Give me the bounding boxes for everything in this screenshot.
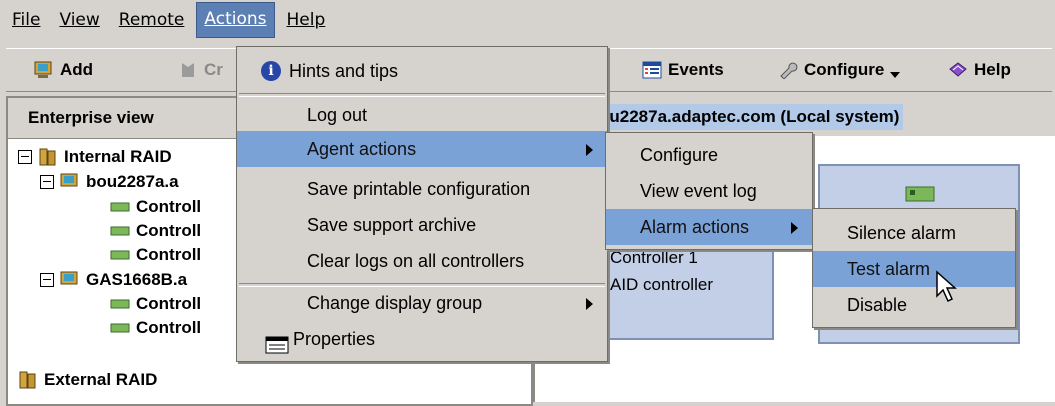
menu-file[interactable]: File [5,3,47,37]
menu-actions[interactable]: Actions [196,2,275,38]
menu-item-label: View event log [640,181,757,201]
menu-item-save-support-archive[interactable]: Save support archive [237,207,607,243]
raid-group-icon [39,148,56,166]
tree-label: bou2287a.a [86,172,179,191]
help-book-icon [948,61,968,79]
menu-item-configure[interactable]: Configure [606,137,812,173]
menu-actions-label: Actions [204,9,267,29]
menu-item-clear-logs[interactable]: Clear logs on all controllers [237,243,607,279]
tree-label: Controll [136,318,202,337]
tree-label: Internal RAID [64,147,172,166]
menu-view-label: View [59,10,100,30]
computer-icon [60,173,78,187]
menu-item-log-out[interactable]: Log out [237,97,607,133]
submenu-arrow-icon [791,222,798,234]
menu-item-label: Properties [293,329,376,349]
menu-remote-label: Remote [118,10,185,30]
menu-item-label: Change display group [307,293,483,313]
tree-system-gas1668b[interactable]: GAS1668B.a [40,268,187,292]
tree-label: Controll [136,245,202,264]
menu-item-save-printable-configuration[interactable]: Save printable configuration [237,171,607,207]
alarm-actions-submenu: Silence alarm Test alarm Disable [812,208,1016,328]
wrench-icon [778,61,798,80]
controller-card-icon [905,186,935,202]
menu-item-alarm-actions[interactable]: Alarm actions [606,209,812,245]
controller-card-icon [110,226,130,236]
menu-help-label: Help [286,10,326,30]
tree-external-raid[interactable]: External RAID [18,368,157,392]
tree-label: GAS1668B.a [86,270,188,289]
menu-item-test-alarm[interactable]: Test alarm [813,251,1015,287]
create-button[interactable]: Cr [178,57,223,83]
menu-item-disable[interactable]: Disable [813,287,1015,323]
tree-controller[interactable]: Controll [110,219,201,243]
add-button[interactable]: Add [34,57,93,83]
properties-icon [265,330,289,366]
tree-system-bou2287a[interactable]: bou2287a.a [40,170,179,194]
chevron-down-icon [890,72,901,78]
tree-controller[interactable]: Controll [110,243,201,267]
menu-item-label: Agent actions [307,139,417,159]
controller-card-icon [110,250,130,260]
system-title: ou2287a.adaptec.com (Local system) [595,104,904,130]
controller-card-icon [110,323,130,333]
raid-group-icon [19,371,36,389]
system-header: ou2287a.adaptec.com (Local system) [533,96,1055,136]
menu-item-agent-actions[interactable]: Agent actions [237,131,607,167]
menu-item-label: Save printable configuration [307,179,531,199]
menu-view[interactable]: View [52,3,106,37]
menu-help[interactable]: Help [280,3,333,37]
events-button[interactable]: Events [642,57,724,83]
controller-card-subtitle: AID controller [610,275,713,294]
controller-card-icon [110,202,130,212]
help-button[interactable]: Help [948,57,1011,83]
collapse-toggle-icon[interactable] [18,150,32,164]
add-computer-icon [34,61,54,79]
menu-item-label: Alarm actions [640,217,750,237]
menu-item-properties[interactable]: Properties [237,321,607,357]
add-label: Add [60,60,94,79]
actions-menu: i Hints and tips Log out Agent actions S… [236,46,608,362]
tree-controller[interactable]: Controll [110,292,201,316]
controller-card-title: Controller 1 [610,248,698,267]
create-icon [178,61,198,79]
menu-item-label: Test alarm [847,259,931,279]
configure-label: Configure [804,60,885,79]
create-label: Cr [204,60,223,79]
collapse-toggle-icon[interactable] [40,273,54,287]
menu-item-label: Hints and tips [289,61,399,81]
menu-item-view-event-log[interactable]: View event log [606,173,812,209]
submenu-arrow-icon [586,298,593,310]
tree-internal-raid[interactable]: Internal RAID [18,145,172,169]
agent-actions-submenu: Configure View event log Alarm actions [605,132,813,250]
menu-item-hints-and-tips[interactable]: i Hints and tips [237,53,607,89]
tree-label: Controll [136,221,202,240]
menu-item-label: Disable [847,295,908,315]
controller-card-icon [110,299,130,309]
menu-item-change-display-group[interactable]: Change display group [237,285,607,321]
tree-controller[interactable]: Controll [110,316,201,340]
menu-item-silence-alarm[interactable]: Silence alarm [813,215,1015,251]
computer-icon [60,271,78,285]
tree-label: External RAID [44,370,158,389]
tree-label: Controll [136,197,202,216]
mouse-pointer-icon [936,270,957,303]
menu-bar: File View Remote Actions Help [0,0,1055,40]
submenu-arrow-icon [586,144,593,156]
events-list-icon [642,61,662,79]
tree-controller[interactable]: Controll [110,195,201,219]
menu-remote[interactable]: Remote [112,3,192,37]
menu-item-label: Save support archive [307,215,477,235]
menu-item-label: Silence alarm [847,223,957,243]
menu-item-label: Configure [640,145,719,165]
info-icon: i [261,61,281,81]
events-label: Events [668,60,724,79]
collapse-toggle-icon[interactable] [40,175,54,189]
tree-label: Controll [136,294,202,313]
menu-item-label: Log out [307,105,368,125]
menu-item-label: Clear logs on all controllers [307,251,525,271]
menu-file-label: File [12,10,41,30]
configure-button[interactable]: Configure [778,57,901,83]
help-label: Help [974,60,1011,79]
